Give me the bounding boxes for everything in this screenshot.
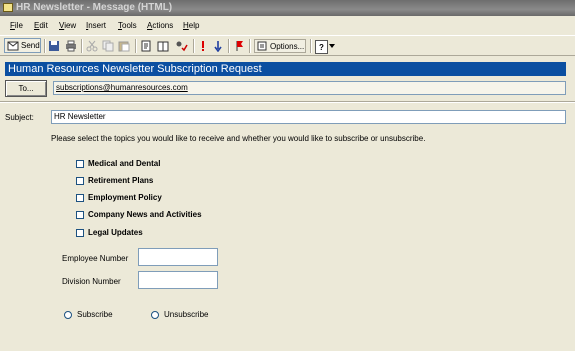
subscribe-label: Subscribe (77, 310, 113, 319)
options-button[interactable]: Options... (254, 39, 306, 53)
menu-file-rest: ile (14, 21, 23, 30)
to-address: subscriptions@humanresources.com (56, 83, 188, 92)
checkbox[interactable] (76, 193, 84, 202)
options-label: Options... (270, 41, 305, 51)
menu-insert-rest: nsert (88, 21, 107, 30)
toolbar: Send Options... ? (0, 35, 575, 56)
toolbar-separator (135, 39, 137, 53)
flag-icon[interactable] (235, 39, 245, 53)
topic-medical-dental[interactable]: Medical and Dental (76, 159, 160, 168)
menu-edit-rest: dit (39, 21, 48, 30)
form-banner: Human Resources Newsletter Subscription … (5, 62, 566, 76)
send-icon (7, 41, 19, 50)
to-field[interactable]: subscriptions@humanresources.com (53, 81, 566, 95)
radio-button[interactable] (64, 310, 72, 319)
menu-tools[interactable]: Tools (118, 21, 137, 30)
menu-view[interactable]: View (59, 21, 76, 30)
radio-button[interactable] (151, 310, 159, 319)
menu-tools-rest: ools (122, 21, 137, 30)
menu-insert[interactable]: Insert (86, 21, 106, 30)
subject-label: Subject: (5, 113, 34, 122)
division-number-field[interactable] (138, 271, 218, 289)
checkbox[interactable] (76, 210, 84, 219)
importance-high-icon[interactable] (200, 39, 206, 53)
checkbox[interactable] (76, 228, 84, 237)
toolbar-separator (81, 39, 83, 53)
unsubscribe-option[interactable]: Unsubscribe (151, 310, 208, 319)
division-number-label: Division Number (62, 277, 121, 286)
topic-label: Company News and Activities (88, 210, 202, 219)
menu-actions-rest: ctions (152, 21, 174, 30)
topic-employment-policy[interactable]: Employment Policy (76, 193, 162, 202)
menu-help[interactable]: Help (183, 21, 199, 30)
topic-label: Medical and Dental (88, 159, 161, 168)
menu-view-rest: iew (64, 21, 77, 30)
to-button[interactable]: To... (5, 80, 47, 97)
print-icon[interactable] (65, 39, 77, 53)
topic-retirement-plans[interactable]: Retirement Plans (76, 176, 153, 185)
help-label: ? (319, 42, 324, 52)
checkbox[interactable] (76, 176, 84, 185)
menu-actions[interactable]: Actions (147, 21, 173, 30)
address-book-icon[interactable] (140, 39, 152, 53)
topic-company-news[interactable]: Company News and Activities (76, 210, 202, 219)
help-icon[interactable]: ? (315, 40, 328, 54)
employee-number-field[interactable] (138, 248, 218, 266)
topic-legal-updates[interactable]: Legal Updates (76, 228, 143, 237)
chevron-down-icon[interactable] (329, 39, 335, 53)
toolbar-separator (228, 39, 230, 53)
check-names-icon[interactable] (174, 39, 188, 53)
menu-help-rest: elp (188, 21, 200, 30)
options-icon (257, 41, 267, 51)
menu-file[interactable]: File (10, 21, 23, 30)
divider (0, 101, 575, 103)
instructions-text: Please select the topics you would like … (51, 134, 426, 143)
unsubscribe-label: Unsubscribe (164, 310, 209, 319)
book-icon[interactable] (157, 39, 169, 53)
envelope-icon (3, 3, 13, 12)
toolbar-separator (44, 39, 46, 53)
topic-label: Employment Policy (88, 193, 162, 202)
employee-number-label: Employee Number (62, 254, 129, 263)
topic-label: Retirement Plans (88, 176, 154, 185)
window-title: HR Newsletter - Message (HTML) (16, 2, 173, 13)
menu-edit[interactable]: Edit (34, 21, 48, 30)
cut-icon[interactable] (86, 39, 98, 53)
send-button[interactable]: Send (4, 38, 41, 53)
toolbar-separator (310, 39, 312, 53)
window-titlebar: HR Newsletter - Message (HTML) (0, 0, 575, 16)
toolbar-separator (249, 39, 251, 53)
copy-icon[interactable] (102, 39, 114, 53)
importance-low-icon[interactable] (214, 39, 222, 53)
toolbar-separator (193, 39, 195, 53)
save-icon[interactable] (48, 39, 60, 53)
subscribe-option[interactable]: Subscribe (64, 310, 113, 319)
checkbox[interactable] (76, 159, 84, 168)
menubar: File Edit View Insert Tools Actions Help (0, 18, 575, 34)
topic-label: Legal Updates (88, 228, 143, 237)
subject-field[interactable]: HR Newsletter (51, 110, 566, 124)
send-label: Send (21, 41, 40, 50)
paste-icon[interactable] (118, 39, 130, 53)
